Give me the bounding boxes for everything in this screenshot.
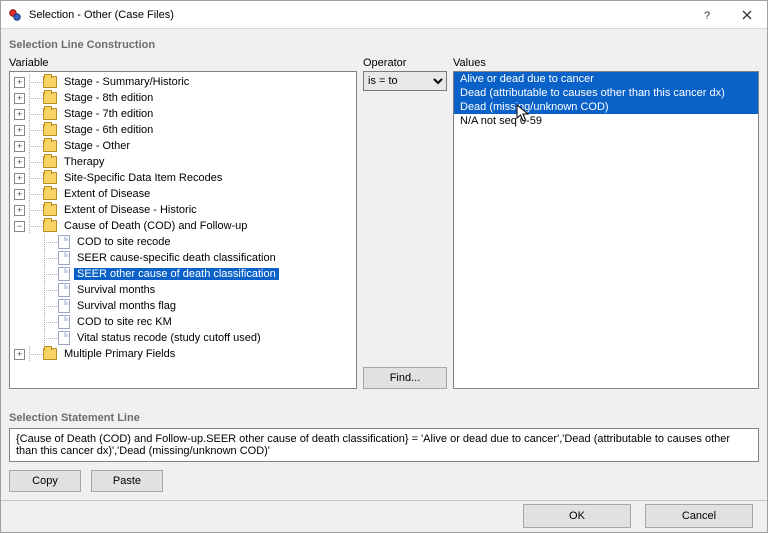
folder-icon [43, 348, 57, 360]
tree-folder[interactable]: + Multiple Primary Fields [14, 346, 356, 362]
tree-item-label: SEER cause-specific death classification [74, 252, 279, 264]
expand-toggle-icon[interactable]: + [14, 77, 25, 88]
statement-heading: Selection Statement Line [9, 410, 759, 428]
find-button[interactable]: Find... [363, 367, 447, 389]
value-option[interactable]: N/A not seq 0-59 [454, 114, 758, 128]
expand-toggle-icon[interactable]: + [14, 109, 25, 120]
expand-toggle-icon[interactable]: + [14, 93, 25, 104]
operator-label: Operator [363, 57, 447, 71]
svg-text:?: ? [704, 10, 710, 22]
tree-folder-label: Stage - Summary/Historic [61, 76, 192, 88]
tree-folder-label: Stage - 7th edition [61, 108, 156, 120]
copy-button[interactable]: Copy [9, 470, 81, 492]
tree-folder-label: Site-Specific Data Item Recodes [61, 172, 225, 184]
tree-folder-label: Multiple Primary Fields [61, 348, 178, 360]
expand-toggle-icon[interactable]: + [14, 125, 25, 136]
values-column: Values Alive or dead due to cancerDead (… [453, 57, 759, 389]
help-button[interactable]: ? [687, 1, 727, 29]
tree-item[interactable]: SEER cause-specific death classification [44, 250, 356, 266]
tree-folder-label: Cause of Death (COD) and Follow-up [61, 220, 250, 232]
document-icon [58, 299, 70, 313]
operator-select[interactable]: is = to [363, 71, 447, 91]
document-icon [58, 315, 70, 329]
tree-folder-label: Stage - 6th edition [61, 124, 156, 136]
collapse-toggle-icon[interactable]: − [14, 221, 25, 232]
statement-section: Selection Statement Line [1, 410, 767, 428]
variable-label: Variable [9, 57, 357, 71]
tree-item-label: SEER other cause of death classification [74, 268, 279, 280]
expand-toggle-icon[interactable]: + [14, 205, 25, 216]
statement-textbox[interactable]: {Cause of Death (COD) and Follow-up.SEER… [9, 428, 759, 462]
close-button[interactable] [727, 1, 767, 29]
expand-toggle-icon[interactable]: + [14, 173, 25, 184]
tree-folder-label: Stage - 8th edition [61, 92, 156, 104]
tree-item-label: COD to site rec KM [74, 316, 175, 328]
value-option[interactable]: Alive or dead due to cancer [454, 72, 758, 86]
value-option[interactable]: Dead (attributable to causes other than … [454, 86, 758, 100]
tree-folder[interactable]: − Cause of Death (COD) and Follow-up [14, 218, 356, 234]
tree-folder[interactable]: + Stage - Other [14, 138, 356, 154]
window-title: Selection - Other (Case Files) [29, 9, 687, 21]
tree-folder[interactable]: + Extent of Disease [14, 186, 356, 202]
ok-button[interactable]: OK [523, 504, 631, 528]
gap [1, 389, 767, 410]
tree-item[interactable]: Survival months flag [44, 298, 356, 314]
expand-toggle-icon[interactable]: + [14, 349, 25, 360]
dialog-window: Selection - Other (Case Files) ? Selecti… [0, 0, 768, 533]
folder-icon [43, 156, 57, 168]
document-icon [58, 267, 70, 281]
construction-section: Selection Line Construction [1, 29, 767, 57]
tree-item[interactable]: COD to site rec KM [44, 314, 356, 330]
document-icon [58, 235, 70, 249]
app-icon [7, 7, 23, 23]
tree-item[interactable]: SEER other cause of death classification [44, 266, 356, 282]
document-icon [58, 283, 70, 297]
tree-folder[interactable]: + Extent of Disease - Historic [14, 202, 356, 218]
tree-item-label: Vital status recode (study cutoff used) [74, 332, 264, 344]
folder-icon [43, 204, 57, 216]
variable-tree[interactable]: + Stage - Summary/Historic + Stage - 8th ed… [9, 71, 357, 389]
tree-folder-label: Therapy [61, 156, 107, 168]
tree-item[interactable]: Survival months [44, 282, 356, 298]
titlebar: Selection - Other (Case Files) ? [1, 1, 767, 29]
copy-paste-row: Copy Paste [1, 462, 767, 500]
tree-item-label: Survival months flag [74, 300, 179, 312]
expand-toggle-icon[interactable]: + [14, 141, 25, 152]
tree-folder-label: Stage - Other [61, 140, 133, 152]
paste-button[interactable]: Paste [91, 470, 163, 492]
values-listbox[interactable]: Alive or dead due to cancerDead (attribu… [453, 71, 759, 389]
folder-icon [43, 92, 57, 104]
tree-item-label: Survival months [74, 284, 158, 296]
values-label: Values [453, 57, 759, 71]
document-icon [58, 331, 70, 345]
folder-icon [43, 108, 57, 120]
tree-folder[interactable]: + Therapy [14, 154, 356, 170]
tree-folder[interactable]: + Site-Specific Data Item Recodes [14, 170, 356, 186]
dialog-footer: OK Cancel [1, 500, 767, 533]
cancel-button[interactable]: Cancel [645, 504, 753, 528]
folder-icon [43, 140, 57, 152]
tree-folder[interactable]: + Stage - Summary/Historic [14, 74, 356, 90]
tree-folder-label: Extent of Disease [61, 188, 153, 200]
expand-toggle-icon[interactable]: + [14, 189, 25, 200]
tree-folder[interactable]: + Stage - 7th edition [14, 106, 356, 122]
tree-folder[interactable]: + Stage - 8th edition [14, 90, 356, 106]
construction-columns: Variable + Stage - Summary/Historic + Stage… [1, 57, 767, 389]
tree-folder-label: Extent of Disease - Historic [61, 204, 200, 216]
tree-folder[interactable]: + Stage - 6th edition [14, 122, 356, 138]
folder-icon [43, 188, 57, 200]
tree-item[interactable]: Vital status recode (study cutoff used) [44, 330, 356, 346]
tree-item-label: COD to site recode [74, 236, 174, 248]
folder-icon [43, 76, 57, 88]
document-icon [58, 251, 70, 265]
folder-icon [43, 172, 57, 184]
variable-column: Variable + Stage - Summary/Historic + Stage… [9, 57, 357, 389]
value-option[interactable]: Dead (missing/unknown COD) [454, 100, 758, 114]
construction-heading: Selection Line Construction [9, 35, 759, 57]
folder-icon [43, 124, 57, 136]
tree-item[interactable]: COD to site recode [44, 234, 356, 250]
folder-icon [43, 220, 57, 232]
expand-toggle-icon[interactable]: + [14, 157, 25, 168]
operator-column: Operator is = to Find... [363, 57, 447, 389]
